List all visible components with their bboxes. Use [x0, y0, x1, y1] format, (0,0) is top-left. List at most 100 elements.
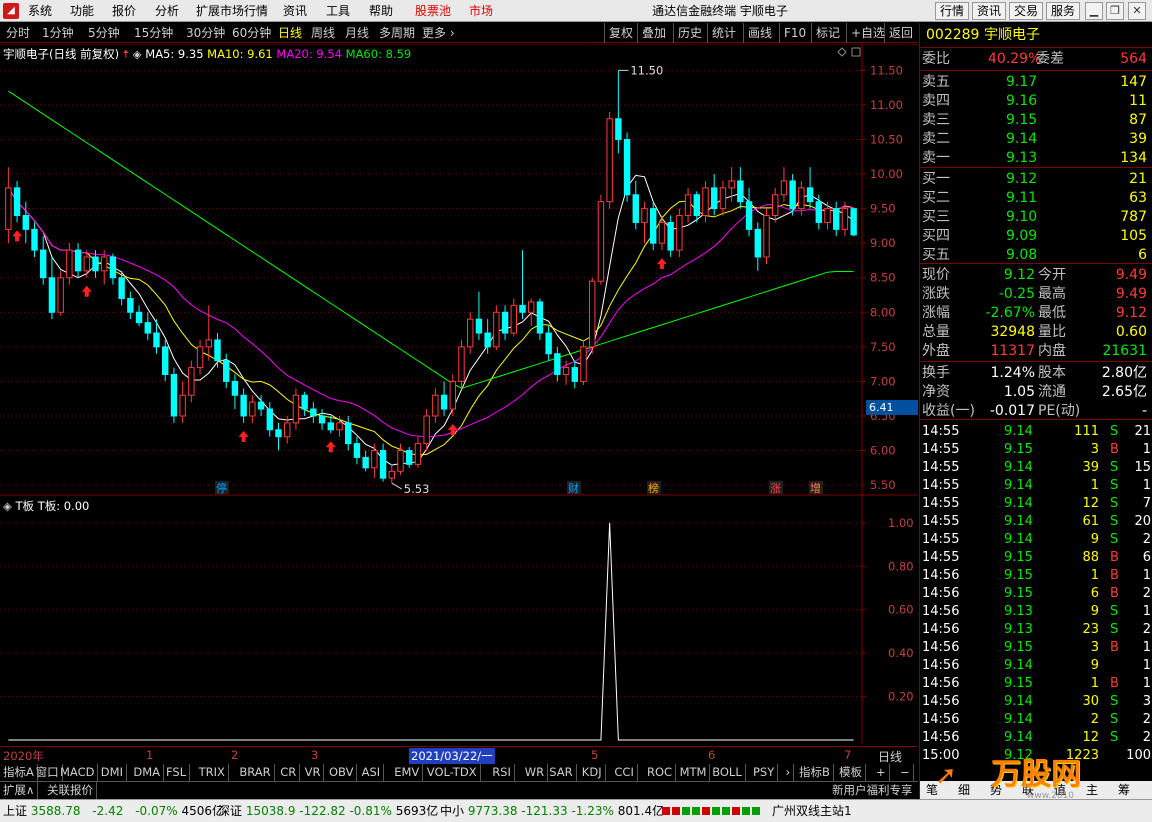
indicator-tab-18[interactable]: CCI	[611, 764, 638, 781]
indicator-tab-17[interactable]: KDJ	[579, 764, 606, 781]
collapse-icon[interactable]: ◈	[133, 47, 142, 61]
indicator-right-0[interactable]: 指标B	[796, 764, 834, 781]
promo-link[interactable]: 新用户福利专享	[832, 782, 913, 799]
indicator-tab-20[interactable]: MTM	[677, 764, 711, 781]
related-quotes-button[interactable]: 关联报价	[44, 782, 97, 799]
indicator-right-2[interactable]: +	[873, 764, 890, 781]
indicator-tab-12[interactable]: EMV	[391, 764, 424, 781]
button-overlay[interactable]: 叠加	[637, 23, 666, 43]
sub-y-tick-label: 0.40	[888, 646, 914, 660]
button-f10[interactable]: F10	[779, 23, 806, 43]
indicator-tab-19[interactable]: ROC	[644, 764, 677, 781]
watermark-text: 万股网	[991, 757, 1081, 792]
book-row-sells-1[interactable]: 卖四 9.16 11	[920, 92, 1152, 111]
period-15min[interactable]: 15分钟	[134, 23, 173, 43]
close-icon[interactable]: ✕	[1128, 2, 1146, 20]
market-breadth-bar	[662, 805, 762, 817]
button-add-watch[interactable]: +自选	[846, 23, 885, 43]
indicator-tab-13[interactable]: VOL-TDX	[424, 764, 481, 781]
menu-function[interactable]: 功能	[70, 0, 94, 22]
indicator-tab-2[interactable]: MACD	[57, 764, 99, 781]
period-multi[interactable]: 多周期	[379, 23, 415, 43]
book-row-buys-3[interactable]: 买四 9.09 105	[920, 227, 1152, 246]
book-row-buys-0[interactable]: 买一 9.12 21	[920, 170, 1152, 189]
book-row-sells-0[interactable]: 卖五 9.17 147	[920, 73, 1152, 92]
book-row-sells-4[interactable]: 卖一 9.13 134	[920, 149, 1152, 168]
event-marker-3: 涨	[770, 482, 781, 495]
index-sh[interactable]: 上证 3588.78 -2.42 -0.07% 4506亿	[3, 800, 224, 822]
candle-up	[772, 194, 779, 217]
index-zx[interactable]: 中小 9773.38 -121.33 -1.23% 801.4亿	[440, 800, 664, 822]
index-sz[interactable]: 深证 15038.9 -122.82 -0.81% 5693亿	[218, 800, 438, 822]
period-1min[interactable]: 1分钟	[42, 23, 74, 43]
stat-row-stats-0: 现价 9.12 今开 9.49	[920, 266, 1152, 285]
candle-up	[589, 280, 596, 348]
indicator-tab-11[interactable]: ASI	[359, 764, 385, 781]
book-row-sells-2[interactable]: 卖三 9.15 87	[920, 111, 1152, 130]
candle-up	[597, 201, 605, 282]
candle-up	[684, 194, 692, 217]
tick-price: 9.14	[1004, 460, 1033, 475]
button-mark[interactable]: 标记	[811, 23, 840, 43]
chart-area[interactable]: 11.50 11.00 10.50 10.00 9.50 9.00 8.50 8.00 7.50…	[0, 44, 918, 744]
minimize-icon[interactable]: ▁	[1085, 2, 1103, 20]
stat-label-2: 最高	[1038, 286, 1066, 302]
top-button-info[interactable]: 资讯	[972, 2, 1007, 20]
top-button-quote[interactable]: 行情	[935, 2, 970, 20]
book-row-buys-2[interactable]: 买三 9.10 787	[920, 208, 1152, 227]
menu-stock-pool[interactable]: 股票池	[415, 0, 451, 22]
indicator-tab-5[interactable]: FSL	[163, 764, 191, 781]
button-history[interactable]: 历史	[673, 23, 702, 43]
indicator-right-3[interactable]: −	[897, 764, 914, 781]
indicator-tab-10[interactable]: OBV	[326, 764, 358, 781]
indicator-tab-21[interactable]: BOLL	[709, 764, 746, 781]
button-adjust[interactable]: 复权	[604, 23, 633, 43]
collapse-icon[interactable]: ◈	[3, 499, 16, 513]
menu-system[interactable]: 系统	[28, 0, 52, 22]
indicator-tab-15[interactable]: WR	[522, 764, 549, 781]
menu-tools[interactable]: 工具	[326, 0, 350, 22]
period-30min[interactable]: 30分钟	[186, 23, 225, 43]
button-draw[interactable]: 画线	[743, 23, 772, 43]
ma10-line	[7, 187, 854, 456]
period-5min[interactable]: 5分钟	[88, 23, 120, 43]
indicator-tab-4[interactable]: DMA	[130, 764, 165, 781]
indicator-tab-22[interactable]: PSY	[750, 764, 779, 781]
indicator-tab-14[interactable]: RSI	[489, 764, 515, 781]
menu-info[interactable]: 资讯	[283, 0, 307, 22]
indicator-tab-16[interactable]: SAR	[546, 764, 577, 781]
book-row-sells-3[interactable]: 卖二 9.14 39	[920, 130, 1152, 149]
indicator-right-1[interactable]: 模板	[836, 764, 866, 781]
menu-help[interactable]: 帮助	[369, 0, 393, 22]
tick-price: 9.15	[1004, 550, 1033, 565]
tick-time: 14:55	[922, 550, 960, 565]
indicator-tab-3[interactable]: DMI	[98, 764, 127, 781]
top-button-service[interactable]: 服务	[1046, 2, 1081, 20]
indicator-tab-8[interactable]: CR	[277, 764, 301, 781]
book-label: 买二	[922, 190, 950, 206]
menu-extended-market[interactable]: 扩展市场行情	[196, 0, 268, 22]
period-60min[interactable]: 60分钟	[232, 23, 271, 43]
restore-icon[interactable]: ❐	[1106, 2, 1124, 20]
indicator-tab-6[interactable]: TRIX	[196, 764, 229, 781]
kline-chart-svg[interactable]: 11.50 11.00 10.50 10.00 9.50 9.00 8.50 8.00 7.50…	[0, 44, 918, 744]
extend-button[interactable]: 扩展∧	[0, 782, 39, 799]
button-back[interactable]: 返回	[884, 23, 913, 43]
period-monthly[interactable]: 月线	[345, 23, 369, 43]
period-fenshi[interactable]: 分时	[6, 23, 30, 43]
tick-count: 21	[1134, 424, 1151, 439]
event-marker-4: 增	[810, 481, 821, 495]
button-stats[interactable]: 统计	[707, 23, 736, 43]
book-row-buys-1[interactable]: 买二 9.11 63	[920, 189, 1152, 208]
indicator-tab-7[interactable]: BRAR	[236, 764, 275, 781]
menu-market[interactable]: 市场	[469, 0, 493, 22]
indicator-tab-9[interactable]: VR	[302, 764, 325, 781]
top-button-trade[interactable]: 交易	[1009, 2, 1044, 20]
menu-analysis[interactable]: 分析	[155, 0, 179, 22]
chevron-right-icon[interactable]: ›	[783, 764, 795, 781]
period-more[interactable]: 更多 ›	[422, 23, 455, 43]
period-weekly[interactable]: 周线	[311, 23, 335, 43]
period-daily[interactable]: 日线	[278, 23, 302, 43]
menu-quote[interactable]: 报价	[112, 0, 136, 22]
server-status[interactable]: 广州双线主站1	[772, 800, 852, 822]
